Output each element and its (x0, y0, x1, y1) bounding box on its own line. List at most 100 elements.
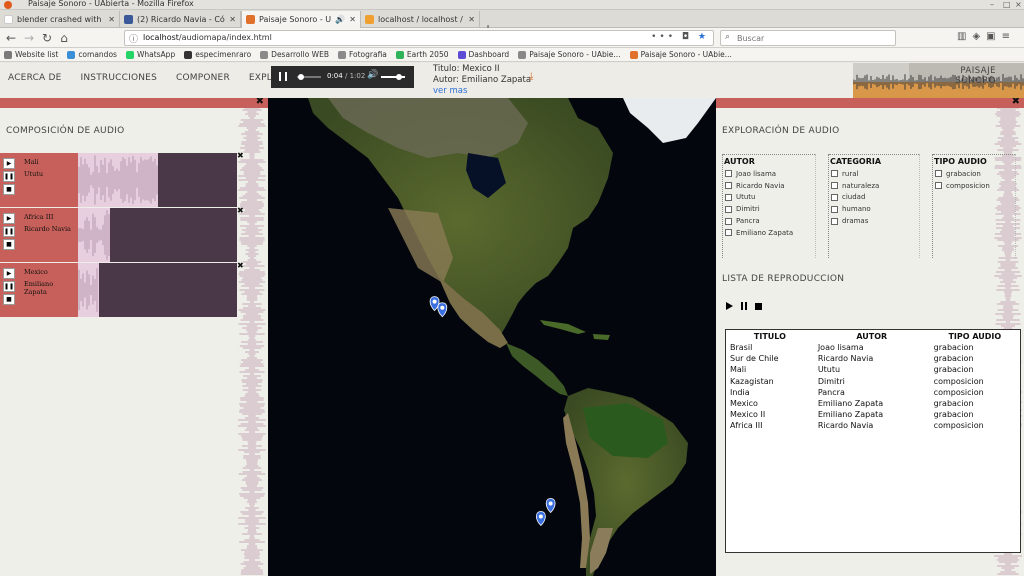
bookmark-star-icon[interactable]: ★ (698, 32, 709, 42)
filter-option[interactable]: grabacion (933, 168, 1015, 180)
tab-blender[interactable]: blender crashed with amdg ✕ (0, 11, 120, 28)
filter-option[interactable]: Dimitri (723, 203, 815, 215)
checkbox[interactable] (831, 170, 838, 178)
forward-icon[interactable]: → (22, 31, 36, 45)
more-icon[interactable]: ••• (651, 32, 676, 42)
checkbox[interactable] (831, 217, 838, 225)
bookmark-item[interactable]: Dashboard (457, 50, 509, 59)
clip-play-button[interactable]: ▶ (3, 268, 15, 279)
nav-acerca-de[interactable]: ACERCA DE (8, 73, 62, 83)
clip-pause-button[interactable]: ❚❚ (3, 281, 15, 292)
maximize-icon[interactable]: □ (1003, 0, 1011, 9)
site-logo[interactable]: PAISAJE SONORO (853, 63, 1024, 98)
menu-icon[interactable]: ≡ (1002, 31, 1016, 42)
composition-clip[interactable]: ▶ ❚❚ ■ Mexico Emiliano Zapata ✖ (0, 261, 244, 317)
playlist-play-button[interactable] (726, 302, 733, 310)
bookmark-item[interactable]: Website list (4, 50, 58, 59)
search-input[interactable] (737, 32, 887, 44)
bookmark-item[interactable]: Earth 2050 (395, 50, 449, 59)
clip-stop-button[interactable]: ■ (3, 184, 15, 195)
bookmark-item[interactable]: Desarrollo WEB (260, 50, 329, 59)
clip-play-button[interactable]: ▶ (3, 158, 15, 169)
table-row[interactable]: India Pancra composicion (726, 387, 1020, 398)
bookmark-item[interactable]: Paisaje Sonoro - UAbie... (518, 50, 621, 59)
table-row[interactable]: Africa III Ricardo Navia composicion (726, 420, 1020, 431)
checkbox[interactable] (725, 182, 732, 190)
tab-localhost[interactable]: localhost / localhost / audi ✕ (361, 11, 480, 28)
satellite-map[interactable] (268, 98, 716, 576)
url-bar[interactable]: ⓘ localhost/audiomapa/index.html ••• ◘ ★ (124, 30, 714, 46)
clip-stop-button[interactable]: ■ (3, 294, 15, 305)
url-text[interactable]: localhost/audiomapa/index.html (143, 33, 272, 42)
tab-paisaje-sonoro[interactable]: Paisaje Sonoro - UAbiert 🔊 ✕ (241, 11, 361, 28)
checkbox[interactable] (725, 229, 732, 237)
back-icon[interactable]: ← (4, 31, 18, 45)
playlist-pause-button[interactable] (741, 302, 747, 310)
search-box[interactable]: ⌕ (720, 30, 896, 46)
filter-option[interactable]: Joao lisama (723, 168, 815, 180)
shield-icon[interactable]: ◈ (972, 31, 986, 42)
info-icon[interactable]: ⓘ (129, 32, 138, 45)
bookmark-item[interactable]: Paisaje Sonoro - UAbie... (629, 50, 732, 59)
filter-option[interactable]: Ricardo Navia (723, 180, 815, 192)
close-panel-icon[interactable]: ✖ (1012, 98, 1020, 107)
filter-option[interactable]: naturaleza (829, 180, 919, 192)
volume-knob[interactable] (396, 74, 403, 80)
table-row[interactable]: Sur de Chile Ricardo Navia grabacion (726, 353, 1020, 364)
tab-close-icon[interactable]: ✕ (349, 15, 356, 24)
bookmark-item[interactable]: Fotografia (337, 50, 387, 59)
filter-option[interactable]: Ututu (723, 192, 815, 204)
checkbox[interactable] (725, 170, 732, 178)
filter-option[interactable]: Pancra (723, 215, 815, 227)
tab-close-icon[interactable]: ✕ (229, 15, 236, 24)
clip-pause-button[interactable]: ❚❚ (3, 226, 15, 237)
playlist-stop-button[interactable] (755, 302, 762, 310)
filter-option[interactable]: dramas (829, 215, 919, 227)
clip-play-button[interactable]: ▶ (3, 213, 15, 224)
pause-button[interactable] (279, 72, 287, 81)
checkbox[interactable] (831, 205, 838, 213)
table-row[interactable]: Mexico Emiliano Zapata grabacion (726, 398, 1020, 409)
table-row[interactable]: Brasil Joao lisama grabacion (726, 342, 1020, 353)
checkbox[interactable] (725, 205, 732, 213)
pocket-icon[interactable]: ◘ (682, 32, 692, 42)
nav-componer[interactable]: COMPONER (176, 73, 230, 83)
clip-pause-button[interactable]: ❚❚ (3, 171, 15, 182)
minimize-icon[interactable]: – (990, 0, 994, 9)
clip-stop-button[interactable]: ■ (3, 239, 15, 250)
world-map[interactable] (268, 98, 716, 576)
download-icon[interactable]: ⤓ (529, 71, 539, 82)
checkbox[interactable] (725, 193, 732, 201)
remove-clip-icon[interactable]: ✖ (237, 206, 244, 215)
library-icon[interactable]: ▥ (957, 31, 972, 42)
composition-clip[interactable]: ▶ ❚❚ ■ Mali Ututu ✖ (0, 151, 244, 207)
reload-icon[interactable]: ↻ (40, 31, 54, 45)
tab-close-icon[interactable]: ✕ (108, 15, 115, 24)
bookmark-item[interactable]: comandos (67, 50, 117, 59)
home-icon[interactable]: ⌂ (57, 31, 71, 45)
filter-option[interactable]: humano (829, 203, 919, 215)
bookmark-item[interactable]: WhatsApp (125, 50, 175, 59)
remove-clip-icon[interactable]: ✖ (237, 261, 244, 270)
filter-option[interactable]: rural (829, 168, 919, 180)
composition-clip[interactable]: ▶ ❚❚ ■ Africa III Ricardo Navia ✖ (0, 206, 244, 262)
checkbox[interactable] (935, 170, 942, 178)
nav-instrucciones[interactable]: INSTRUCCIONES (81, 73, 157, 83)
remove-clip-icon[interactable]: ✖ (237, 151, 244, 160)
tab-close-icon[interactable]: ✕ (468, 15, 475, 24)
filter-option[interactable]: composicion (933, 180, 1015, 192)
ver-mas-link[interactable]: ver mas (433, 86, 531, 97)
speaker-icon[interactable]: 🔊 (335, 15, 345, 24)
table-row[interactable]: Mexico II Emiliano Zapata grabacion (726, 409, 1020, 420)
volume-icon[interactable]: 🔊 (367, 70, 378, 80)
checkbox[interactable] (831, 182, 838, 190)
tab-facebook[interactable]: (2) Ricardo Navia - Cómo se ✕ (120, 11, 241, 28)
checkbox[interactable] (831, 193, 838, 201)
seek-knob[interactable] (298, 74, 305, 80)
sidebar-icon[interactable]: ▣ (986, 31, 1001, 42)
bookmark-item[interactable]: especimenraro (184, 50, 251, 59)
filter-option[interactable]: Emiliano Zapata (723, 227, 815, 239)
close-panel-icon[interactable]: ✖ (256, 98, 264, 107)
filter-option[interactable]: ciudad (829, 192, 919, 204)
table-row[interactable]: Kazagistan Dimitri composicion (726, 376, 1020, 387)
